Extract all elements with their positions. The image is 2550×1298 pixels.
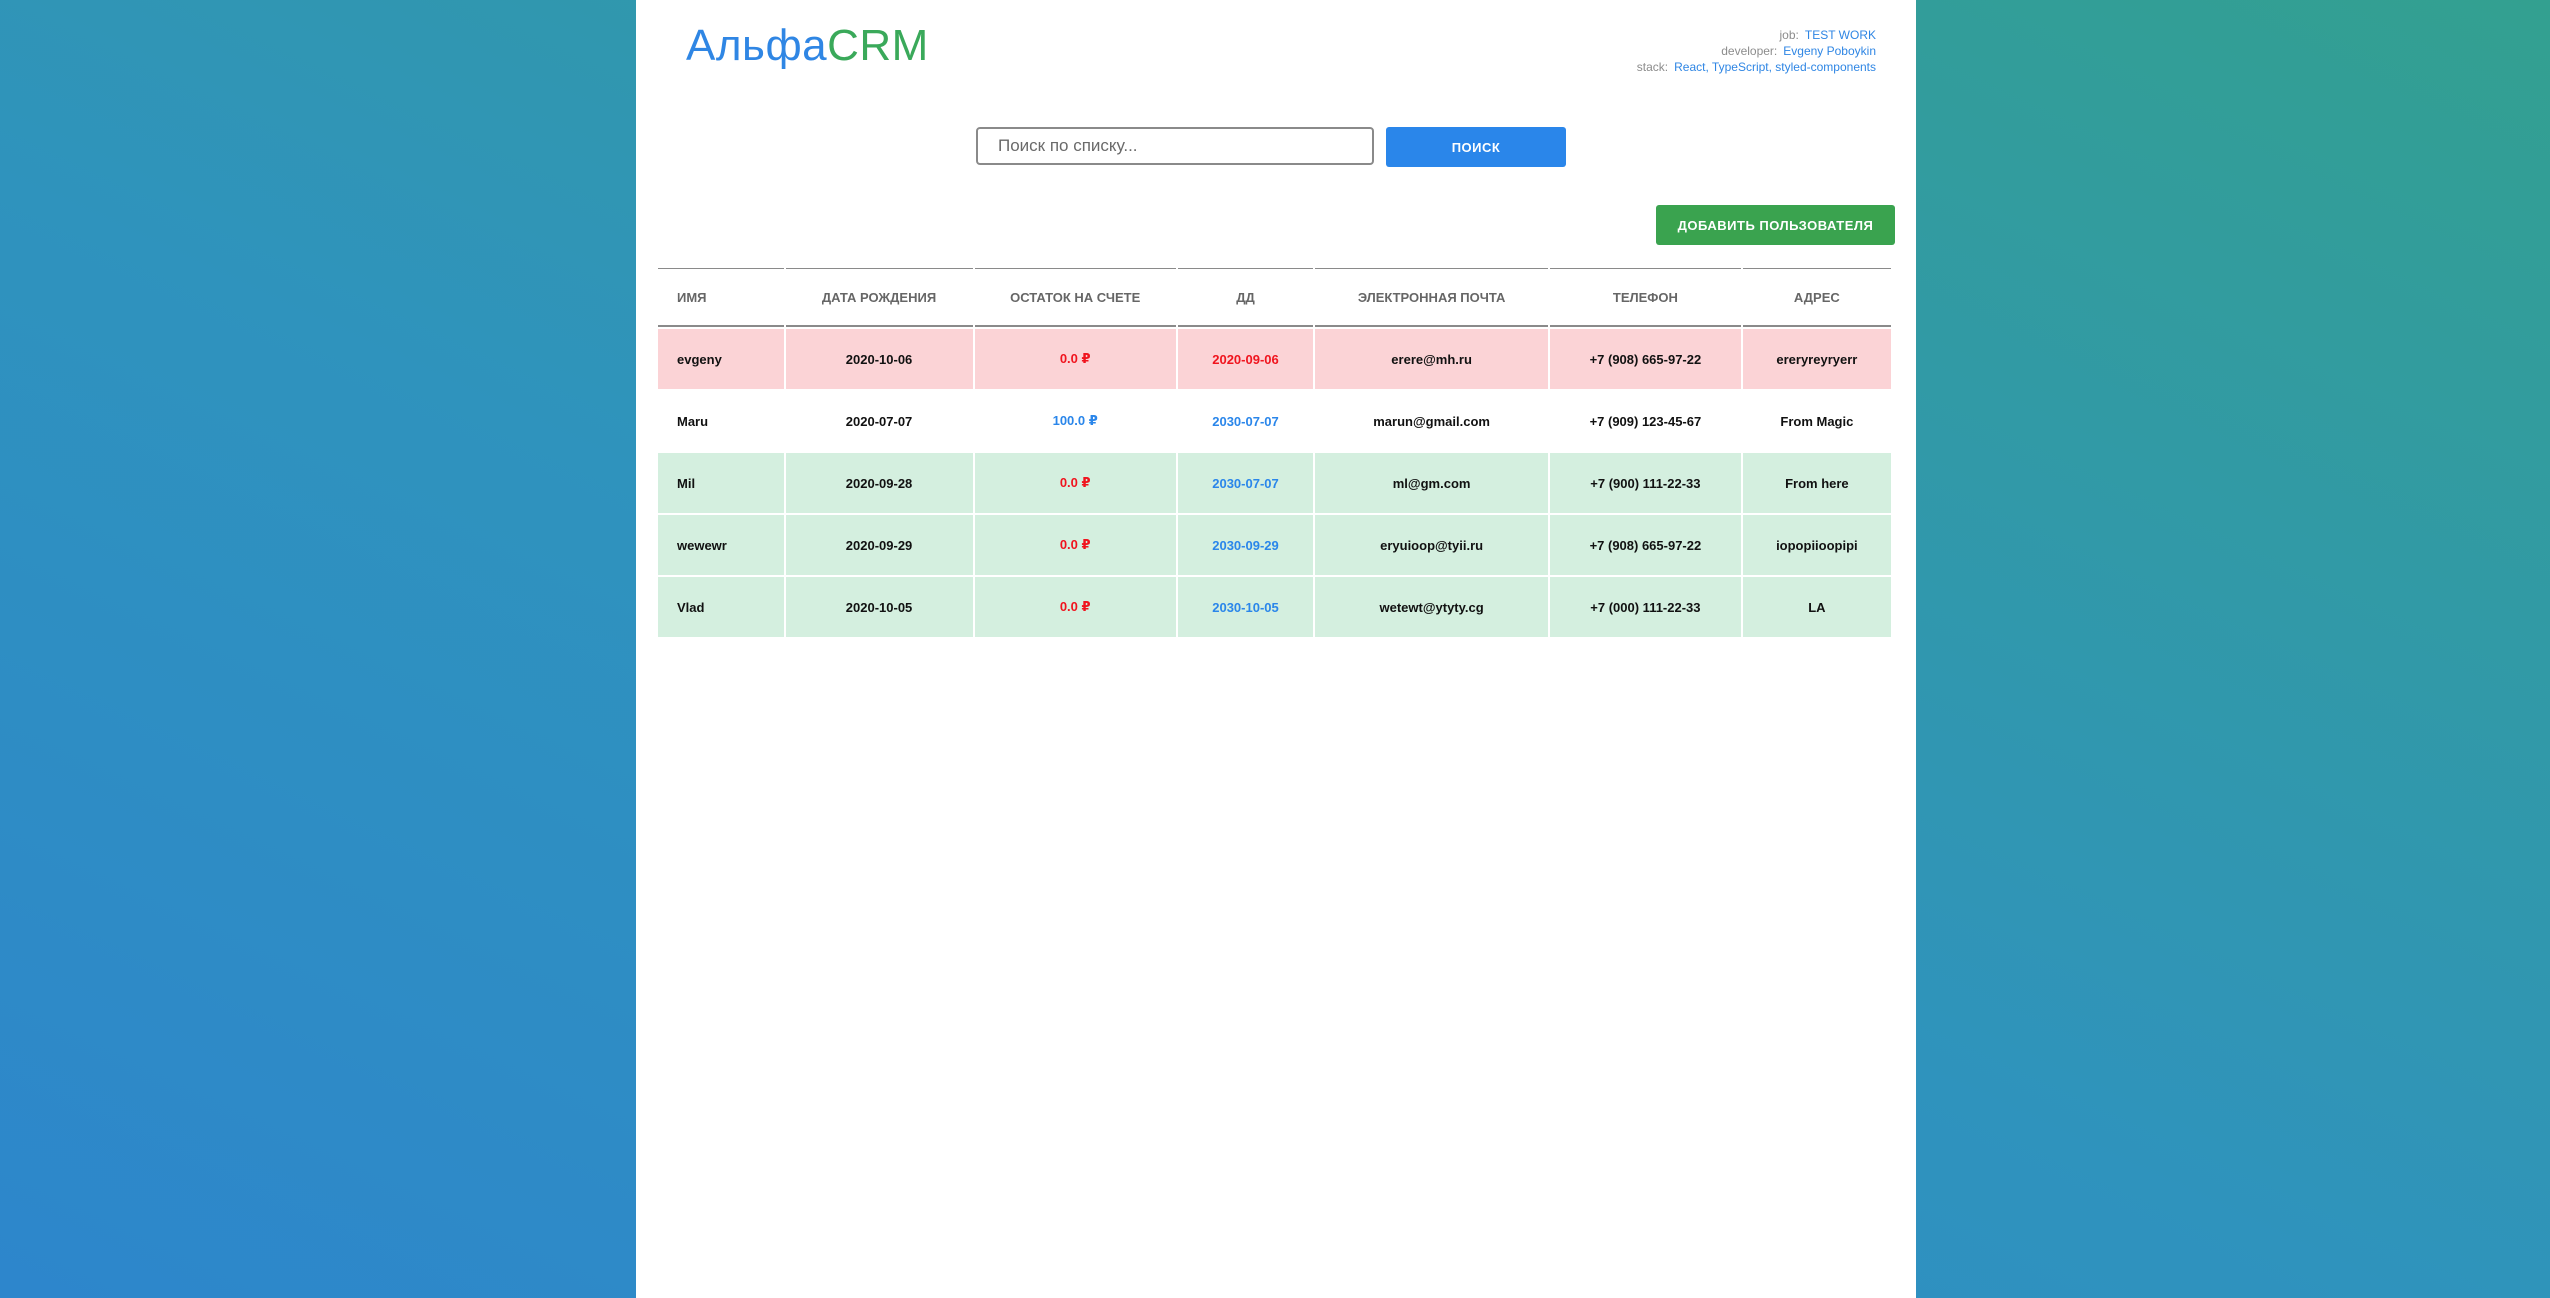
cell-balance: 100.0 ₽ <box>974 391 1176 451</box>
column-header-birthdate[interactable]: ДАТА РОЖДЕНИЯ <box>785 268 973 327</box>
cell-balance: 0.0 ₽ <box>974 515 1176 575</box>
users-table: ИМЯ ДАТА РОЖДЕНИЯ ОСТАТОК НА СЧЕТЕ ДД ЭЛ… <box>656 266 1893 639</box>
cell-address: ereryreyryerr <box>1742 329 1891 389</box>
meta-key: job: <box>1779 28 1799 42</box>
column-header-address[interactable]: АДРЕС <box>1742 268 1891 327</box>
cell-dd: 2020-09-06 <box>1177 329 1314 389</box>
column-header-phone[interactable]: ТЕЛЕФОН <box>1550 268 1741 327</box>
cell-address: iopopiioopipi <box>1742 515 1891 575</box>
cell-phone: +7 (000) 111-22-33 <box>1550 577 1741 637</box>
cell-name: wewewr <box>658 515 784 575</box>
column-header-balance[interactable]: ОСТАТОК НА СЧЕТЕ <box>974 268 1176 327</box>
cell-phone: +7 (909) 123-45-67 <box>1550 391 1741 451</box>
column-header-email[interactable]: ЭЛЕКТРОННАЯ ПОЧТА <box>1315 268 1549 327</box>
project-info: job: TEST WORK developer: Evgeny Poboykin … <box>1637 27 1876 75</box>
cell-name: Vlad <box>658 577 784 637</box>
table-row[interactable]: wewewr 2020-09-29 0.0 ₽ 2030-09-29 eryui… <box>658 515 1891 575</box>
cell-address: From Magic <box>1742 391 1891 451</box>
table-row[interactable]: evgeny 2020-10-06 0.0 ₽ 2020-09-06 erere… <box>658 329 1891 389</box>
meta-row-job: job: TEST WORK <box>1637 27 1876 43</box>
logo-main-text: Альфа <box>686 21 828 70</box>
meta-row-stack: stack: React, TypeScript, styled-componen… <box>1637 59 1876 75</box>
cell-phone: +7 (908) 665-97-22 <box>1550 329 1741 389</box>
table-header-row: ИМЯ ДАТА РОЖДЕНИЯ ОСТАТОК НА СЧЕТЕ ДД ЭЛ… <box>658 268 1891 327</box>
cell-email: ml@gm.com <box>1315 453 1549 513</box>
table-row[interactable]: Mil 2020-09-28 0.0 ₽ 2030-07-07 ml@gm.co… <box>658 453 1891 513</box>
cell-birthdate: 2020-07-07 <box>785 391 973 451</box>
cell-dd: 2030-10-05 <box>1177 577 1314 637</box>
cell-name: evgeny <box>658 329 784 389</box>
meta-row-developer: developer: Evgeny Poboykin <box>1637 43 1876 59</box>
cell-balance: 0.0 ₽ <box>974 577 1176 637</box>
meta-key: developer: <box>1721 44 1778 58</box>
cell-phone: +7 (908) 665-97-22 <box>1550 515 1741 575</box>
add-user-button[interactable]: ДОБАВИТЬ ПОЛЬЗОВАТЕЛЯ <box>1656 205 1895 245</box>
meta-link-developer[interactable]: Evgeny Poboykin <box>1783 44 1876 58</box>
cell-dd: 2030-07-07 <box>1177 391 1314 451</box>
search-button[interactable]: ПОИСК <box>1386 127 1566 167</box>
logo[interactable]: АльфаCRM <box>686 18 929 74</box>
cell-name: Mil <box>658 453 784 513</box>
meta-key: stack: <box>1636 60 1669 74</box>
cell-email: erere@mh.ru <box>1315 329 1549 389</box>
meta-link-job[interactable]: TEST WORK <box>1805 28 1876 42</box>
header: АльфаCRM job: TEST WORK developer: Evgeny … <box>636 0 1916 90</box>
search-input[interactable] <box>976 127 1374 165</box>
meta-link-stack[interactable]: React, TypeScript, styled-components <box>1674 60 1876 74</box>
column-header-dd[interactable]: ДД <box>1177 268 1314 327</box>
cell-birthdate: 2020-09-29 <box>785 515 973 575</box>
cell-birthdate: 2020-09-28 <box>785 453 973 513</box>
cell-birthdate: 2020-10-06 <box>785 329 973 389</box>
column-header-name[interactable]: ИМЯ <box>658 268 784 327</box>
logo-accent-text: CRM <box>827 21 929 70</box>
cell-dd: 2030-07-07 <box>1177 453 1314 513</box>
cell-dd: 2030-09-29 <box>1177 515 1314 575</box>
cell-phone: +7 (900) 111-22-33 <box>1550 453 1741 513</box>
main-panel: АльфаCRM job: TEST WORK developer: Evgeny … <box>636 0 1916 1298</box>
cell-address: LA <box>1742 577 1891 637</box>
cell-name: Maru <box>658 391 784 451</box>
cell-balance: 0.0 ₽ <box>974 453 1176 513</box>
cell-balance: 0.0 ₽ <box>974 329 1176 389</box>
table-row[interactable]: Vlad 2020-10-05 0.0 ₽ 2030-10-05 wetewt@… <box>658 577 1891 637</box>
cell-address: From here <box>1742 453 1891 513</box>
cell-email: eryuioop@tyii.ru <box>1315 515 1549 575</box>
cell-birthdate: 2020-10-05 <box>785 577 973 637</box>
table-row[interactable]: Maru 2020-07-07 100.0 ₽ 2030-07-07 marun… <box>658 391 1891 451</box>
cell-email: wetewt@ytyty.cg <box>1315 577 1549 637</box>
cell-email: marun@gmail.com <box>1315 391 1549 451</box>
